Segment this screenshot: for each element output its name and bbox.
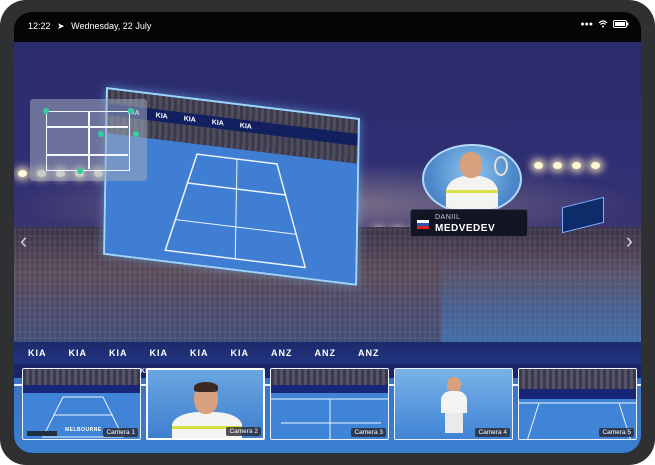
ad-kia: KIA	[155, 111, 168, 121]
camera-position-dot[interactable]	[43, 108, 49, 114]
floodlight	[534, 162, 543, 169]
camera-thumbnail-1[interactable]: MELBOURNE Camera 1	[22, 368, 141, 440]
floodlights-right	[534, 162, 600, 170]
camera-thumbnail-5[interactable]: Camera 5	[518, 368, 637, 440]
camera-position-dot[interactable]	[133, 131, 139, 137]
status-right: ●●●	[580, 20, 629, 28]
status-left: 12:22 ➤ Wednesday, 22 July	[28, 21, 155, 32]
ad-kia: KIA	[183, 115, 196, 124]
ad-kia: KIA	[68, 348, 87, 358]
camera-position-dot[interactable]	[128, 108, 134, 114]
ad-anz: ANZ	[358, 348, 380, 358]
cam-stands	[271, 369, 388, 385]
ad-kia: KIA	[28, 348, 47, 358]
cam-adboard	[519, 389, 636, 399]
ad-anz: ANZ	[314, 348, 336, 358]
ad-kia: KIA	[211, 118, 224, 127]
camera-strip: MELBOURNE Camera 1 Camera 2 Camera 3 Cam…	[22, 368, 637, 440]
tablet-device-frame: 12:22 ➤ Wednesday, 22 July ●●● KIA KIA K…	[0, 0, 655, 465]
chevron-right-icon[interactable]: ›	[626, 228, 633, 254]
player-shirt	[441, 391, 467, 413]
signal-dots-icon: ●●●	[580, 20, 593, 28]
camera-position-dot[interactable]	[77, 168, 83, 174]
player-bubble[interactable]	[422, 144, 522, 214]
status-bar: 12:22 ➤ Wednesday, 22 July ●●●	[14, 12, 641, 42]
cam-stands	[23, 369, 140, 385]
minimap-service-line	[47, 126, 128, 128]
camera-position-dot[interactable]	[98, 131, 104, 137]
tablet-screen: 12:22 ➤ Wednesday, 22 July ●●● KIA KIA K…	[14, 12, 641, 453]
player-shorts	[445, 413, 463, 433]
ad-kia: KIA	[230, 348, 249, 358]
advertising-board-upper: KIA KIA KIA KIA KIA KIA ANZ ANZ ANZ	[14, 342, 641, 364]
crowd-stands-right	[441, 252, 641, 342]
camera-thumbnail-3[interactable]: Camera 3	[270, 368, 389, 440]
camera-label: Camera 2	[226, 427, 261, 436]
chevron-left-icon[interactable]: ‹	[20, 228, 27, 254]
minimap-court	[46, 111, 130, 171]
floodlight	[572, 162, 581, 169]
floodlight	[553, 162, 562, 169]
player-nameplate: DANIIL MEDVEDEV	[410, 209, 528, 237]
floodlight	[591, 162, 600, 169]
ad-kia: KIA	[149, 348, 168, 358]
minimap-center-line	[88, 112, 90, 169]
ad-kia: KIA	[109, 348, 128, 358]
camera-thumbnail-4[interactable]: Camera 4	[394, 368, 513, 440]
cam-venue-label: MELBOURNE	[65, 427, 102, 433]
camera-label: Camera 5	[599, 428, 634, 437]
ad-anz: ANZ	[271, 348, 293, 358]
racket-icon	[494, 156, 508, 176]
minimap-service-line	[47, 154, 128, 156]
player-hair	[194, 382, 218, 392]
ad-kia: KIA	[239, 121, 252, 131]
battery-icon	[613, 20, 629, 28]
cam-stands	[519, 369, 636, 389]
camera-thumbnail-2[interactable]: Camera 2	[146, 368, 265, 440]
player-first-name: DANIIL	[435, 214, 461, 221]
status-date: Wednesday, 22 July	[71, 21, 152, 31]
camera-label: Camera 1	[103, 428, 138, 437]
cam-adboard	[23, 385, 140, 393]
cam-adboard	[271, 385, 388, 393]
player-shirt-stripe	[446, 190, 498, 193]
status-time: 12:22	[28, 21, 51, 31]
russia-flag-icon	[417, 220, 429, 229]
camera-label: Camera 4	[475, 428, 510, 437]
camera-label: Camera 3	[351, 428, 386, 437]
ad-kia: KIA	[190, 348, 209, 358]
floodlight	[18, 170, 27, 177]
player-last-name: MEDVEDEV	[435, 223, 496, 234]
location-arrow-icon: ➤	[57, 21, 65, 31]
cam-scorebug	[27, 431, 57, 436]
court-minimap[interactable]	[30, 99, 147, 181]
player-head	[460, 152, 482, 178]
wifi-icon	[598, 20, 608, 28]
